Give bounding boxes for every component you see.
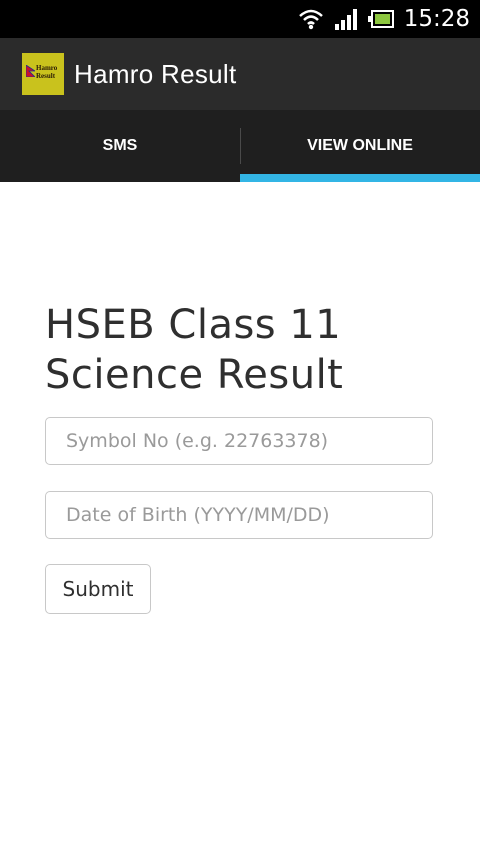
tab-view-online[interactable]: VIEW ONLINE bbox=[240, 110, 480, 182]
page-title: HSEB Class 11 Science Result bbox=[45, 300, 435, 400]
app-logo[interactable]: Hamro Result bbox=[22, 53, 64, 95]
tab-sms[interactable]: SMS bbox=[0, 110, 240, 182]
selected-tab-indicator bbox=[240, 174, 480, 182]
signal-icon bbox=[334, 9, 357, 30]
logo-text-line2: Result bbox=[36, 72, 56, 80]
status-icons: 15:28 bbox=[288, 0, 470, 38]
app-screen: 15:28 Hamro Result Hamro Result SMS VIEW… bbox=[0, 0, 480, 854]
tab-sms-label: SMS bbox=[102, 137, 138, 154]
page-title-line1: HSEB Class 11 bbox=[45, 302, 342, 348]
app-title: Hamro Result bbox=[74, 58, 237, 89]
action-bar: Hamro Result Hamro Result bbox=[0, 38, 480, 110]
symbol-number-input[interactable] bbox=[45, 417, 433, 465]
nepal-flag-icon bbox=[26, 65, 35, 77]
date-of-birth-input[interactable] bbox=[45, 491, 433, 539]
form-header: HSEB Class 11 Science Result bbox=[45, 300, 435, 400]
status-clock: 15:28 bbox=[403, 6, 470, 32]
logo-text-line1: Hamro bbox=[36, 64, 58, 72]
submit-button[interactable]: Submit bbox=[45, 564, 151, 614]
status-bar: 15:28 bbox=[0, 0, 480, 38]
page-title-line2: Science Result bbox=[45, 352, 344, 398]
tab-view-online-label: VIEW ONLINE bbox=[307, 137, 413, 154]
tab-divider bbox=[240, 128, 241, 164]
battery-icon bbox=[367, 10, 394, 28]
logo-text: Hamro Result bbox=[36, 64, 57, 80]
wifi-icon bbox=[298, 9, 323, 30]
